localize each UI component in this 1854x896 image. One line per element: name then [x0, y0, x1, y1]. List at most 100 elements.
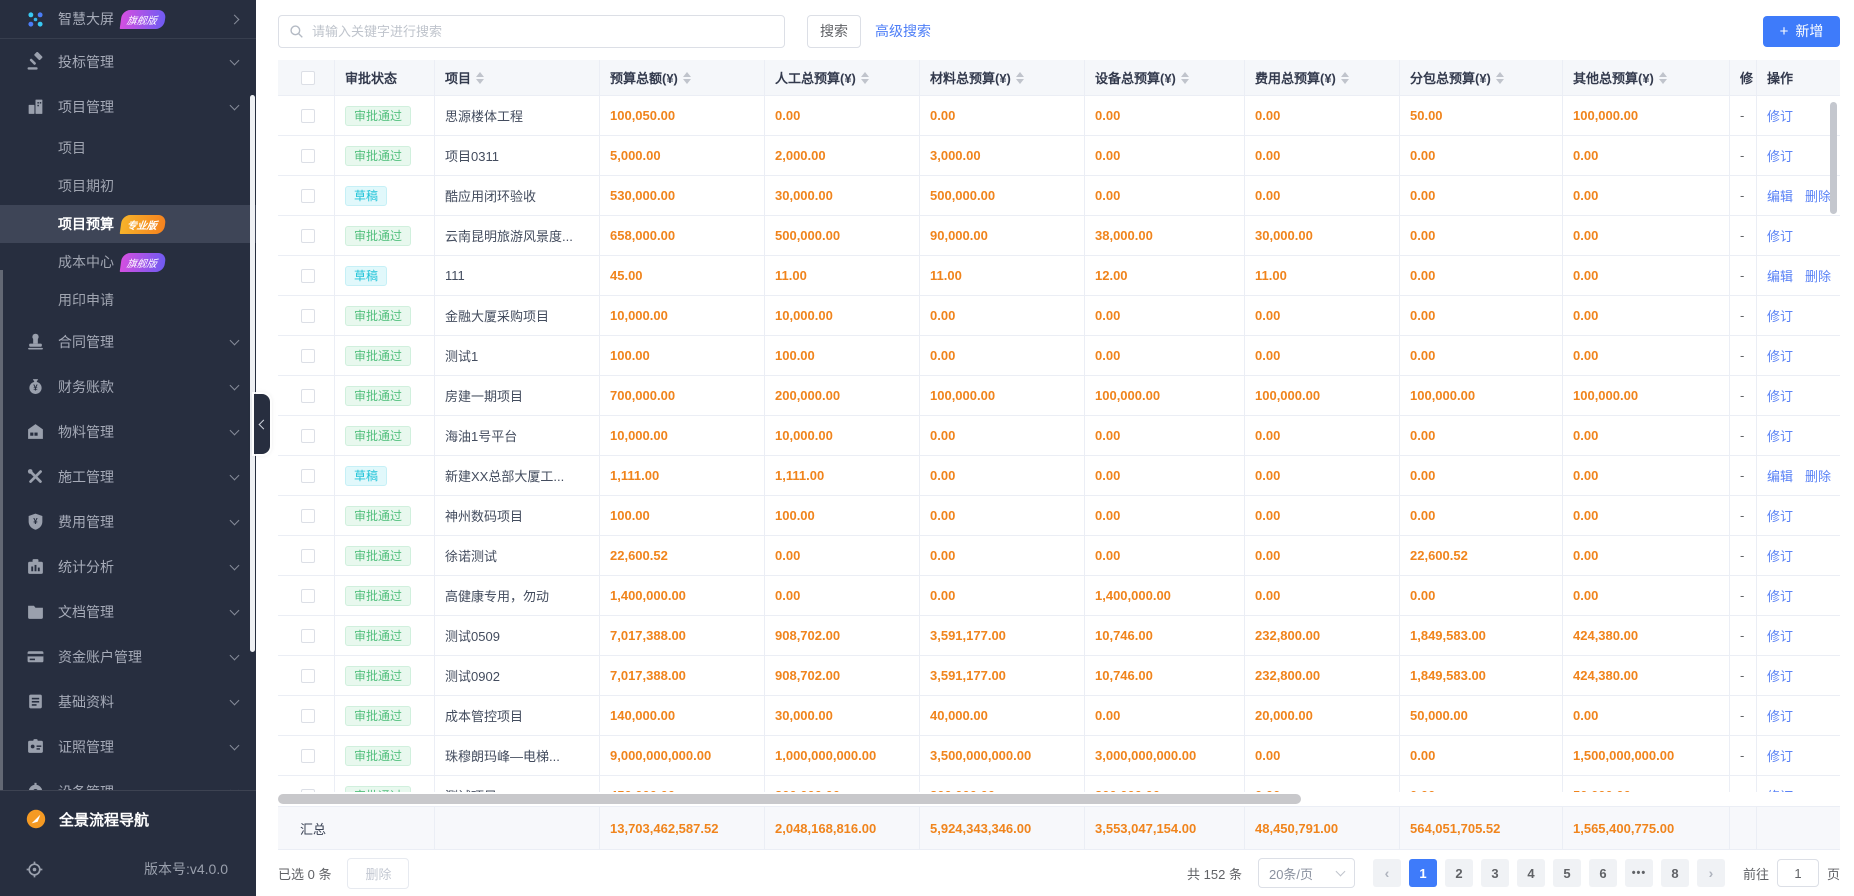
sidebar-scrollbar[interactable] — [250, 95, 255, 652]
sidebar-collapse-handle[interactable] — [254, 394, 270, 454]
gear-icon[interactable] — [26, 861, 43, 878]
sidebar-item-9[interactable]: 文档管理 — [0, 589, 256, 634]
sidebar-item-1[interactable]: 投标管理 — [0, 39, 256, 84]
column-header-4[interactable]: 人工总预算(¥) — [765, 60, 920, 95]
row-checkbox[interactable] — [301, 228, 315, 243]
row-checkbox[interactable] — [301, 748, 315, 763]
sidebar-item-4[interactable]: ¥ 财务账款 — [0, 364, 256, 409]
sidebar-item-3[interactable]: 合同管理 — [0, 319, 256, 364]
row-checkbox[interactable] — [301, 348, 315, 363]
sort-icon[interactable] — [476, 71, 485, 84]
action-link-删除[interactable]: 删除 — [1805, 466, 1831, 485]
page-ellipsis[interactable]: ••• — [1624, 859, 1653, 887]
sidebar-item-2[interactable]: 项目管理 — [0, 84, 256, 129]
column-header-3[interactable]: 预算总额(¥) — [600, 60, 765, 95]
advanced-search-link[interactable]: 高级搜索 — [875, 21, 931, 41]
sort-icon[interactable] — [1015, 71, 1024, 84]
sort-icon[interactable] — [1495, 71, 1504, 84]
row-checkbox[interactable] — [301, 388, 315, 403]
table-cell: 700,000.00 — [600, 376, 765, 415]
sidebar-item-12[interactable]: 证照管理 — [0, 724, 256, 769]
next-page-button[interactable]: › — [1696, 859, 1725, 887]
page-button-2[interactable]: 2 — [1444, 859, 1473, 887]
search-button[interactable]: 搜索 — [807, 14, 861, 48]
add-button[interactable]: + 新增 — [1763, 15, 1840, 47]
sidebar-subitem-项目期初[interactable]: 项目期初 — [0, 167, 256, 205]
sidebar-subitem-项目预算[interactable]: 项目预算 专业版 — [0, 205, 256, 243]
sidebar-subitem-成本中心[interactable]: 成本中心 旗舰版 — [0, 243, 256, 281]
column-header-5[interactable]: 材料总预算(¥) — [920, 60, 1085, 95]
page-button-1[interactable]: 1 — [1408, 859, 1437, 887]
action-link-修订[interactable]: 修订 — [1767, 226, 1793, 245]
action-link-修订[interactable]: 修订 — [1767, 706, 1793, 725]
page-button-5[interactable]: 5 — [1552, 859, 1581, 887]
column-header-2[interactable]: 项目 — [435, 60, 600, 95]
sort-icon[interactable] — [682, 71, 691, 84]
sidebar-item-6[interactable]: 施工管理 — [0, 454, 256, 499]
action-link-编辑[interactable]: 编辑 — [1767, 186, 1793, 205]
table-cell: 0.00 — [1563, 696, 1730, 735]
action-link-编辑[interactable]: 编辑 — [1767, 466, 1793, 485]
sidebar-subitem-项目[interactable]: 项目 — [0, 129, 256, 167]
column-header-8[interactable]: 分包总预算(¥) — [1400, 60, 1563, 95]
page-button-4[interactable]: 4 — [1516, 859, 1545, 887]
action-link-修订[interactable]: 修订 — [1767, 386, 1793, 405]
row-checkbox[interactable] — [301, 668, 315, 683]
page-button-6[interactable]: 6 — [1588, 859, 1617, 887]
sort-icon[interactable] — [1340, 71, 1349, 84]
action-link-编辑[interactable]: 编辑 — [1767, 266, 1793, 285]
action-link-删除[interactable]: 删除 — [1805, 266, 1831, 285]
horizontal-scrollbar[interactable] — [278, 794, 1301, 804]
row-checkbox[interactable] — [301, 108, 315, 123]
action-link-修订[interactable]: 修订 — [1767, 426, 1793, 445]
select-all-checkbox[interactable] — [301, 70, 315, 85]
action-link-修订[interactable]: 修订 — [1767, 546, 1793, 565]
action-link-修订[interactable]: 修订 — [1767, 346, 1793, 365]
action-link-修订[interactable]: 修订 — [1767, 506, 1793, 525]
sidebar-item-5[interactable]: 物料管理 — [0, 409, 256, 454]
sidebar-item-10[interactable]: 资金账户管理 — [0, 634, 256, 679]
column-header-6[interactable]: 设备总预算(¥) — [1085, 60, 1245, 95]
project-name: 海油1号平台 — [445, 429, 518, 444]
row-checkbox[interactable] — [301, 188, 315, 203]
action-link-修订[interactable]: 修订 — [1767, 626, 1793, 645]
row-checkbox[interactable] — [301, 468, 315, 483]
sort-icon[interactable] — [1658, 71, 1667, 84]
action-link-修订[interactable]: 修订 — [1767, 306, 1793, 325]
column-header-9[interactable]: 其他总预算(¥) — [1563, 60, 1730, 95]
row-checkbox[interactable] — [301, 588, 315, 603]
sidebar-item-8[interactable]: 统计分析 — [0, 544, 256, 589]
action-link-修订[interactable]: 修订 — [1767, 106, 1793, 125]
sidebar-item-11[interactable]: 基础资料 — [0, 679, 256, 724]
action-link-修订[interactable]: 修订 — [1767, 586, 1793, 605]
goto-page-input[interactable] — [1776, 859, 1819, 887]
sidebar-item-13[interactable]: 设备管理 — [0, 769, 256, 790]
row-checkbox[interactable] — [301, 308, 315, 323]
action-link-修订[interactable]: 修订 — [1767, 666, 1793, 685]
row-checkbox[interactable] — [301, 428, 315, 443]
action-link-删除[interactable]: 删除 — [1805, 186, 1831, 205]
sidebar-subitem-用印申请[interactable]: 用印申请 — [0, 281, 256, 319]
row-checkbox[interactable] — [301, 708, 315, 723]
sidebar-item-0[interactable]: 智慧大屏 旗舰版 — [0, 0, 256, 38]
delete-button[interactable]: 删除 — [347, 857, 410, 889]
row-checkbox[interactable] — [301, 148, 315, 163]
action-link-修订[interactable]: 修订 — [1767, 146, 1793, 165]
sidebar-item-process-navigation[interactable]: 全景流程导航 — [0, 791, 256, 847]
page-button-3[interactable]: 3 — [1480, 859, 1509, 887]
column-header-7[interactable]: 费用总预算(¥) — [1245, 60, 1400, 95]
sort-icon[interactable] — [1180, 71, 1189, 84]
search-input[interactable] — [312, 23, 774, 39]
action-link-修订[interactable]: 修订 — [1767, 746, 1793, 765]
page-size-select[interactable]: 20条/页 — [1257, 858, 1355, 888]
prev-page-button[interactable]: ‹ — [1372, 859, 1401, 887]
page-button-8[interactable]: 8 — [1660, 859, 1689, 887]
vertical-scrollbar[interactable] — [1830, 102, 1837, 214]
row-checkbox[interactable] — [301, 268, 315, 283]
sort-icon[interactable] — [860, 71, 869, 84]
sidebar-item-7[interactable]: ¥ 费用管理 — [0, 499, 256, 544]
row-checkbox[interactable] — [301, 628, 315, 643]
row-checkbox[interactable] — [301, 508, 315, 523]
budget-value: 10,000.00 — [775, 308, 833, 323]
row-checkbox[interactable] — [301, 548, 315, 563]
